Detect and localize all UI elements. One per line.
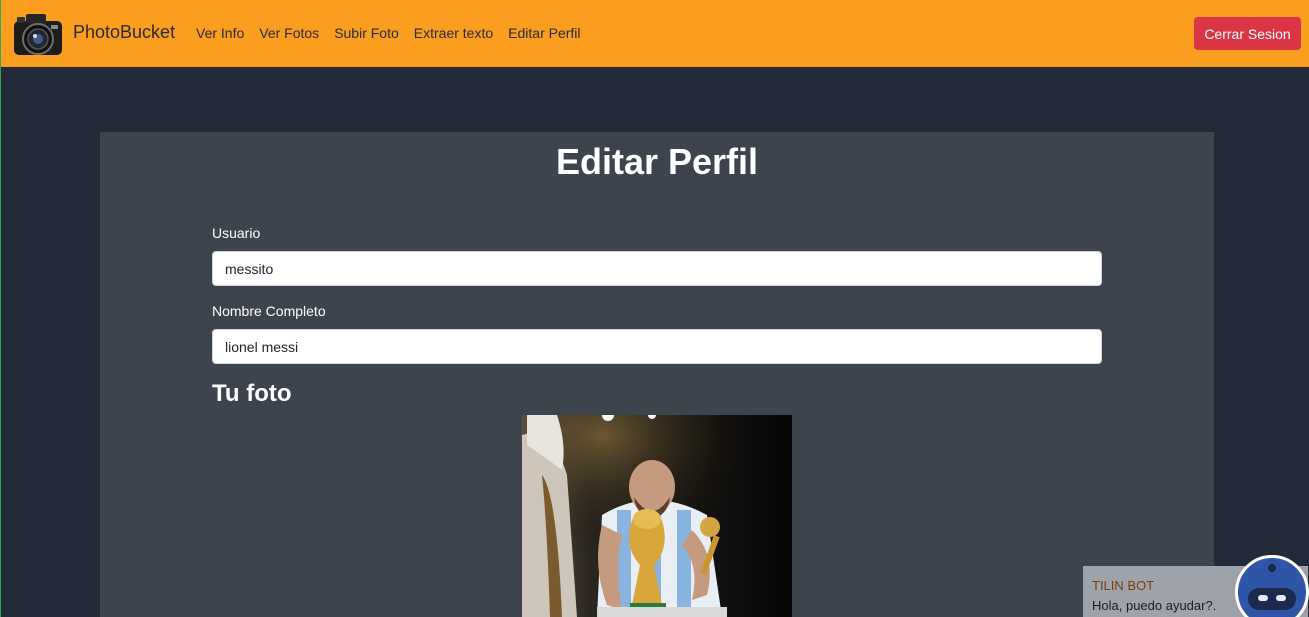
nav-link-subir-foto[interactable]: Subir Foto xyxy=(334,25,399,41)
fullname-input[interactable] xyxy=(212,329,1102,364)
chatbot-name: TILIN BOT xyxy=(1092,578,1155,593)
robot-bot-icon[interactable] xyxy=(1235,555,1309,617)
navbar: PhotoBucket Ver Info Ver Fotos Subir Fot… xyxy=(1,0,1309,67)
profile-photo xyxy=(522,415,792,617)
nav-link-ver-info[interactable]: Ver Info xyxy=(196,25,244,41)
logout-button[interactable]: Cerrar Sesion xyxy=(1194,17,1301,50)
nav-links: Ver Info Ver Fotos Subir Foto Extraer te… xyxy=(196,25,596,41)
chatbot-message: Hola, puedo ayudar?. xyxy=(1092,598,1217,613)
nav-link-editar-perfil[interactable]: Editar Perfil xyxy=(508,25,580,41)
page-title: Editar Perfil xyxy=(555,141,759,182)
photo-heading: Tu foto xyxy=(212,380,292,407)
nav-link-ver-fotos[interactable]: Ver Fotos xyxy=(259,25,319,41)
brand-name[interactable]: PhotoBucket xyxy=(73,22,175,43)
username-label: Usuario xyxy=(212,225,261,241)
username-input[interactable] xyxy=(212,251,1102,286)
nav-link-extraer-texto[interactable]: Extraer texto xyxy=(414,25,493,41)
edit-profile-card: Editar Perfil Usuario Nombre Completo Tu… xyxy=(100,132,1214,617)
fullname-label: Nombre Completo xyxy=(212,303,326,319)
camera-logo-icon[interactable] xyxy=(12,9,64,59)
